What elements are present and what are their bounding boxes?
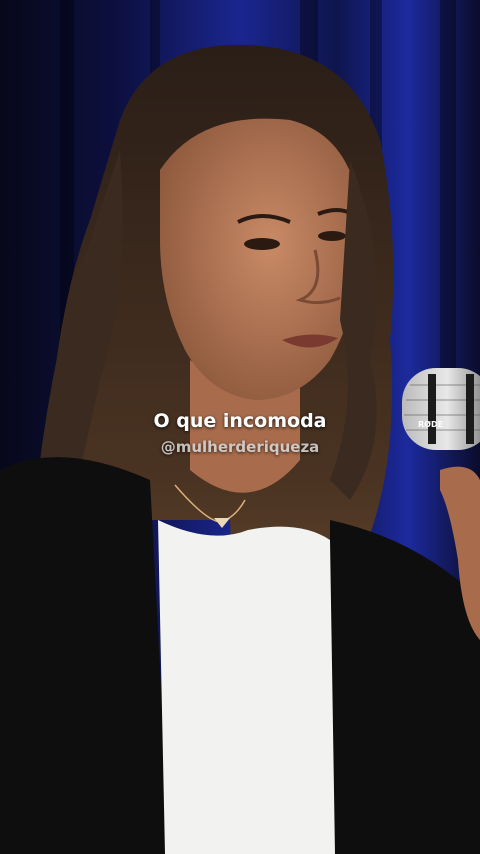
jacket	[0, 457, 170, 854]
eye-left	[244, 238, 280, 250]
shirt	[158, 520, 335, 854]
watermark-handle: @mulherderiqueza	[160, 438, 320, 456]
caption-overlay: O que incomoda @mulherderiqueza	[0, 410, 480, 456]
eye-right	[318, 231, 346, 241]
caption-text: O que incomoda	[153, 410, 327, 432]
face	[160, 118, 361, 401]
